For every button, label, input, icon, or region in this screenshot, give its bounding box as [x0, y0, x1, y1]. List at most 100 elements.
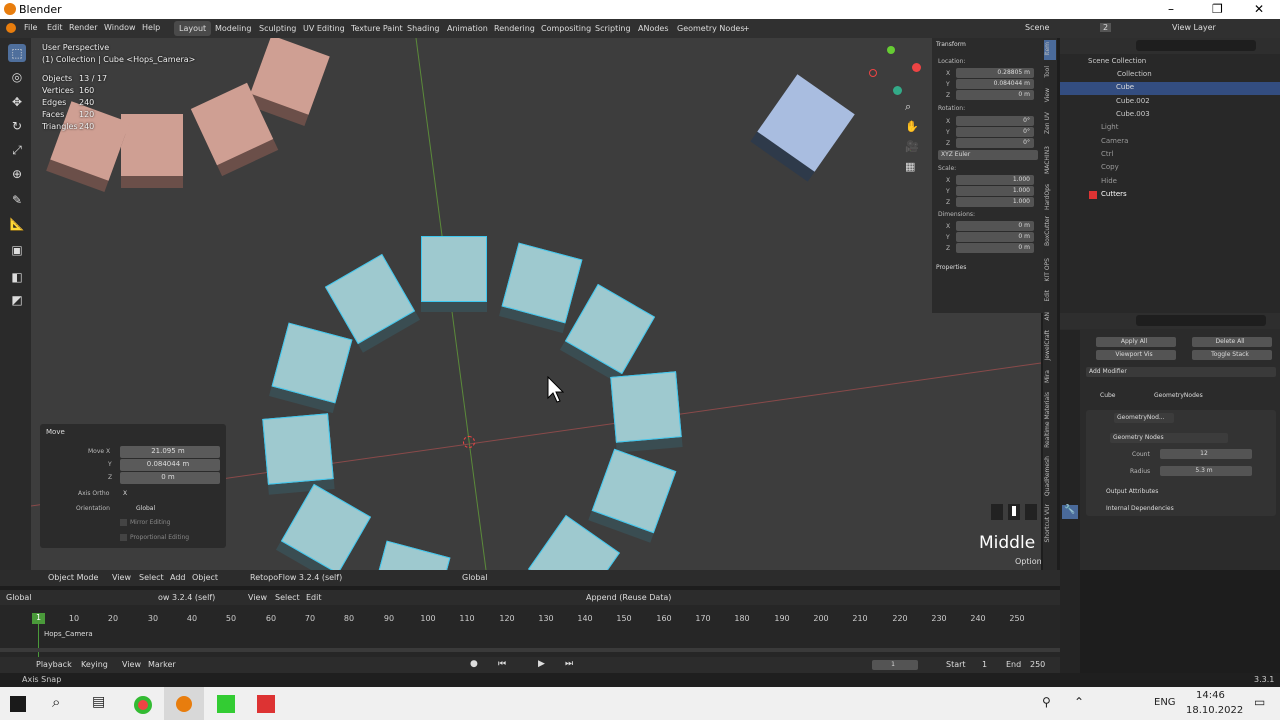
tab-animation[interactable]: Animation — [442, 21, 493, 36]
menu-file[interactable]: File — [24, 23, 37, 32]
marker-menu[interactable]: Marker — [148, 660, 176, 669]
orientation-dropdown[interactable]: Global — [136, 505, 155, 512]
people-icon[interactable]: ⚲ — [1042, 695, 1051, 709]
outliner-row-copy[interactable]: Copy — [1062, 163, 1278, 176]
menu-help[interactable]: Help — [142, 23, 160, 32]
timeline-orientation-dropdown[interactable]: Global — [6, 593, 32, 602]
move-tool[interactable]: ✥ — [8, 93, 26, 111]
move-z-field[interactable]: 0 m — [120, 472, 220, 484]
chrome-icon[interactable] — [134, 696, 152, 714]
rotation-mode-dropdown[interactable]: XYZ Euler — [938, 150, 1038, 160]
transform-tool[interactable]: ⊕ — [8, 165, 26, 183]
blender-menu-icon[interactable] — [6, 23, 16, 33]
boxcutter-tool[interactable]: ◩ — [8, 291, 26, 309]
output-attributes-subpanel[interactable]: Output Attributes — [1106, 488, 1158, 495]
radius-field[interactable]: 5.3 m — [1160, 466, 1252, 476]
minimize-button[interactable]: – — [1168, 2, 1174, 16]
tab-modeling[interactable]: Modeling — [210, 21, 256, 36]
scene-selector[interactable]: Scene — [1025, 23, 1049, 32]
zoom-icon[interactable]: ⌕ — [905, 100, 911, 114]
record-icon[interactable]: ● — [470, 659, 478, 669]
play-icon[interactable]: ▶ — [538, 659, 545, 669]
sidebar-tab-quadremesh[interactable]: QuadRemesh — [1044, 456, 1051, 496]
search-icon[interactable]: ⌕ — [52, 693, 60, 711]
tab-layout[interactable]: Layout — [174, 21, 212, 36]
timeline-scrollbar[interactable] — [0, 648, 1060, 652]
scale-tool[interactable]: ⤢ — [8, 141, 26, 159]
toggle-stack-button[interactable]: Toggle Stack — [1192, 350, 1272, 360]
jump-end-icon[interactable]: ⏭ — [565, 659, 573, 669]
timeline-menu-edit[interactable]: Edit — [306, 593, 322, 602]
timeline-addon-label[interactable]: ow 3.2.4 (self) — [158, 593, 215, 602]
blender-taskbar-icon[interactable] — [176, 696, 192, 712]
location-x-field[interactable]: 0.28805 m — [956, 68, 1034, 78]
timeline-menu-select[interactable]: Select — [275, 593, 300, 602]
options-dropdown[interactable]: Options — [1015, 557, 1041, 566]
sidebar-tab-shortcut-vur[interactable]: Shortcut VUr — [1044, 504, 1051, 542]
tab-anodes[interactable]: ANodes — [633, 21, 674, 36]
ring-cube[interactable] — [262, 413, 334, 485]
language-indicator[interactable]: ENG — [1154, 697, 1176, 708]
rotation-y-field[interactable]: 0° — [956, 127, 1034, 137]
menu-render[interactable]: Render — [69, 23, 97, 32]
jump-start-icon[interactable]: ⏮ — [498, 659, 506, 669]
rotation-z-field[interactable]: 0° — [956, 138, 1034, 148]
move-x-field[interactable]: 21.095 m — [120, 446, 220, 458]
tab-sculpting[interactable]: Sculpting — [254, 21, 301, 36]
sidebar-tab-edit[interactable]: Edit — [1044, 290, 1051, 302]
delete-all-button[interactable]: Delete All — [1192, 337, 1272, 347]
tab-rendering[interactable]: Rendering — [489, 21, 540, 36]
viewport-menu-object[interactable]: Object — [192, 573, 218, 582]
tab-uv-editing[interactable]: UV Editing — [298, 21, 350, 36]
transform-orientation-dropdown[interactable]: Global — [462, 573, 488, 582]
outliner-row-ctrl[interactable]: Ctrl — [1062, 150, 1278, 163]
sidebar-tab-an[interactable]: AN — [1044, 312, 1051, 321]
outliner-row-camera[interactable]: Camera — [1062, 137, 1278, 150]
sidebar-tab-machin3[interactable]: MACHIN3 — [1044, 146, 1051, 174]
dimensions-x-field[interactable]: 0 m — [956, 221, 1034, 231]
outliner-search-input[interactable] — [1136, 40, 1256, 51]
measure-tool[interactable]: 📐 — [8, 215, 26, 233]
viewport-vis-button[interactable]: Viewport Vis — [1096, 350, 1176, 360]
annotate-tool[interactable]: ✎ — [8, 191, 26, 209]
gizmo-y-axis[interactable] — [887, 46, 895, 54]
scene-count[interactable]: 2 — [1100, 23, 1112, 32]
rotation-x-field[interactable]: 0° — [956, 116, 1034, 126]
move-y-field[interactable]: 0.084044 m — [120, 459, 220, 471]
cube-copy-object[interactable] — [121, 114, 183, 176]
location-z-field[interactable]: 0 m — [956, 90, 1034, 100]
append-mode-dropdown[interactable]: Append (Reuse Data) — [586, 593, 671, 602]
sidebar-tab-boxcutter[interactable]: BoxCutter — [1044, 216, 1051, 246]
outliner-row-scene-collection[interactable]: Scene Collection — [1062, 57, 1278, 70]
start-frame-field[interactable]: 1 — [982, 660, 987, 669]
sidebar-tab-hardops[interactable]: HardOps — [1044, 184, 1051, 210]
gizmo-z-axis[interactable] — [893, 86, 902, 95]
outliner-row-cube-003[interactable]: Cube.003 — [1062, 110, 1278, 123]
sidebar-tab-mira[interactable]: Mira — [1044, 370, 1051, 383]
pycharm-icon[interactable] — [217, 695, 235, 713]
transform-header[interactable]: Transform — [936, 41, 966, 48]
current-frame-field[interactable]: 1 — [872, 660, 918, 670]
outliner-row-hide[interactable]: Hide — [1062, 177, 1278, 190]
sidebar-tab-tool[interactable]: Tool — [1044, 66, 1051, 78]
task-view-icon[interactable]: ▤ — [92, 694, 105, 710]
sidebar-tab-jewelcraft[interactable]: JewelCraft — [1044, 330, 1051, 360]
dimensions-y-field[interactable]: 0 m — [956, 232, 1034, 242]
outliner-row-light[interactable]: Light — [1062, 123, 1278, 136]
end-frame-field[interactable]: 250 — [1030, 660, 1045, 669]
axis-ortho-dropdown[interactable]: X — [123, 490, 127, 497]
tab-compositing[interactable]: Compositing — [536, 21, 596, 36]
current-frame-marker[interactable]: 1 — [32, 613, 45, 624]
sidebar-tab-item[interactable]: Item — [1044, 42, 1051, 56]
node-group-selector[interactable]: Geometry Nodes — [1110, 433, 1228, 443]
scale-x-field[interactable]: 1.000 — [956, 175, 1034, 185]
app-icon[interactable] — [257, 695, 275, 713]
modifier-name-field[interactable]: GeometryNod... — [1114, 413, 1174, 423]
viewport-menu-add[interactable]: Add — [170, 573, 186, 582]
cursor-tool[interactable]: ◎ — [8, 68, 26, 86]
playback-menu[interactable]: Playback — [36, 660, 72, 669]
clock-date[interactable]: 18.10.2022 — [1186, 705, 1243, 716]
add-modifier-dropdown[interactable]: Add Modifier — [1086, 367, 1276, 377]
menu-edit[interactable]: Edit — [47, 23, 63, 32]
move-panel-title[interactable]: Move — [46, 428, 65, 436]
